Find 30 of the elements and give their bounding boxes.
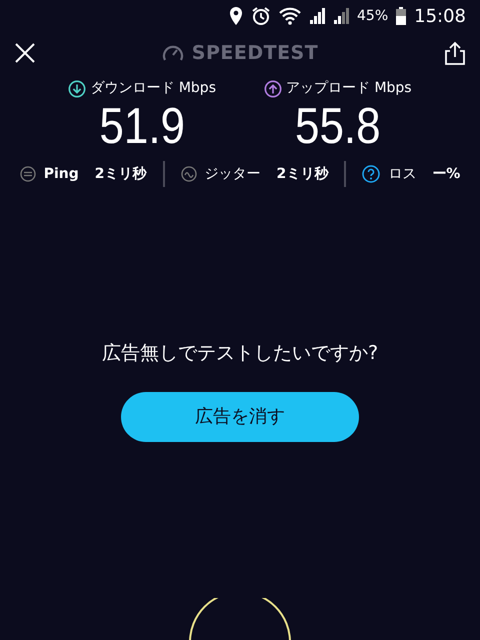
speed-label: ダウンロード Mbps: [90, 79, 216, 98]
signal-icon: [333, 8, 349, 24]
signal-icon: [309, 8, 325, 24]
stat-value: 2ミリ秒: [94, 164, 147, 184]
battery-icon: [396, 7, 406, 25]
stat-value: 2ミリ秒: [276, 164, 328, 184]
upload-icon: [264, 80, 282, 98]
ping-icon: [20, 166, 36, 182]
stat-label: Ping: [44, 164, 79, 184]
close-icon[interactable]: [14, 42, 36, 64]
gauge-icon: [162, 43, 184, 63]
stat-value: ー%: [432, 164, 460, 184]
wifi-icon: [279, 7, 301, 25]
stat-label: ジッター: [204, 164, 261, 184]
speed-label: アップロード Mbps: [286, 79, 412, 98]
location-icon: [229, 6, 243, 26]
stat-label: ロス: [388, 164, 416, 184]
clock: 15:08: [414, 4, 466, 28]
app-title: SPEEDTEST: [192, 40, 318, 66]
battery-percent: 45%: [357, 6, 388, 26]
download-icon: [68, 80, 86, 98]
wave-icon: [180, 166, 197, 182]
speed-value: 51.9: [99, 99, 186, 156]
help-icon: [362, 165, 380, 184]
start-ring[interactable]: [188, 598, 292, 640]
speed-value: 55.8: [294, 99, 381, 156]
share-icon[interactable]: [444, 41, 466, 65]
alarm-icon: [251, 6, 271, 26]
ad-question: 広告無しでテストしたいですか?: [102, 341, 378, 366]
remove-ads-button[interactable]: 広告を消す: [121, 392, 359, 442]
